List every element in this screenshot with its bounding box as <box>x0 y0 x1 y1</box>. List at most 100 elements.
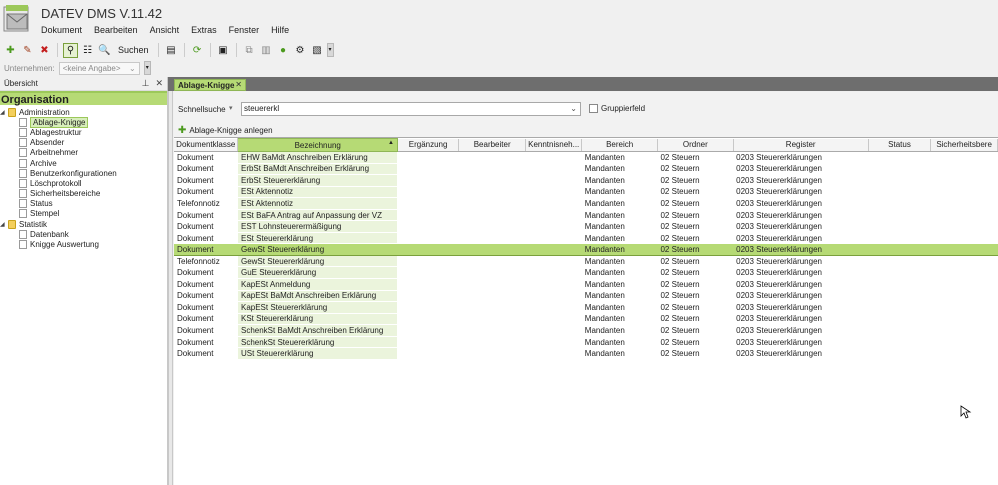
table-cell: 02 Steuern <box>657 290 734 303</box>
edit-icon[interactable]: ✎ <box>20 43 35 58</box>
tree-item[interactable]: Absender <box>0 138 167 148</box>
tree-item[interactable]: Archive <box>0 158 167 168</box>
tree-item[interactable]: Sicherheitsbereiche <box>0 189 167 199</box>
document-icon <box>19 168 27 178</box>
table-row[interactable]: Dokument KSt Steuererklärung Mandanten 02 S… <box>174 313 998 326</box>
company-label: Unternehmen: <box>4 63 55 73</box>
column-header[interactable]: Bearbeiter <box>458 138 527 152</box>
table-row[interactable]: Dokument SchenkSt BaMdt Anschreiben Erklä… <box>174 324 998 337</box>
refresh-icon[interactable]: ⟳ <box>190 43 205 58</box>
close-tab-icon[interactable]: ✕ <box>235 80 242 89</box>
add-ablage-knigge-button[interactable]: ✚ Ablage-Knigge anlegen <box>178 125 273 136</box>
table-cell: 0203 Steuererklärungen <box>733 347 869 360</box>
table-row[interactable]: Dokument KapESt BaMdt Anschreiben Erkläru… <box>174 290 998 303</box>
column-header[interactable]: Kenntnisneh... <box>525 138 583 152</box>
search-button[interactable]: Suchen <box>114 45 153 55</box>
column-header[interactable]: Bereich <box>581 138 658 152</box>
column-header[interactable]: Status <box>868 138 932 152</box>
menu-item[interactable]: Fenster <box>229 25 266 35</box>
tree-item[interactable]: Datenbank <box>0 229 167 239</box>
menu-item[interactable]: Dokument <box>41 25 88 35</box>
copy-icon[interactable]: ⧉ <box>242 43 257 58</box>
toolbar-separator <box>235 43 237 57</box>
table-row[interactable]: Dokument USt Steuererklärung Mandanten 02 S… <box>174 347 998 360</box>
expand-icon[interactable]: ◢ <box>0 109 8 116</box>
document-icon <box>19 229 27 239</box>
menu-item[interactable]: Hilfe <box>271 25 295 35</box>
column-header[interactable]: Ergänzung <box>397 138 460 152</box>
table-row[interactable]: Dokument SchenkSt Steuererklärung Mandante… <box>174 336 998 349</box>
settings-icon[interactable]: ⚙ <box>293 43 308 58</box>
tree-view-icon[interactable]: ⚲ <box>63 42 78 58</box>
column-header[interactable]: Dokumentklasse <box>174 138 239 152</box>
table-cell <box>458 324 526 337</box>
menu-item[interactable]: Bearbeiten <box>94 25 144 35</box>
tree-item[interactable]: Benutzerkonfigurationen <box>0 168 167 178</box>
table-cell <box>397 151 459 164</box>
company-select[interactable]: <keine Angabe> ⌄ <box>58 61 140 75</box>
tree-item[interactable]: Knigge Auswertung <box>0 239 167 250</box>
close-icon[interactable]: ✕ <box>155 78 163 89</box>
folder-icon[interactable]: ▣ <box>216 43 231 58</box>
company-row: Unternehmen: <keine Angabe> ⌄ ▾ <box>0 61 151 75</box>
table-row[interactable]: Dokument KapESt Anmeldung Mandanten 02 Steu… <box>174 278 998 291</box>
expand-icon[interactable]: ◢ <box>0 221 8 228</box>
pin-icon[interactable]: ⊥ <box>142 78 150 89</box>
tree-item-label: Benutzerkonfigurationen <box>30 168 117 178</box>
chevron-down-icon[interactable]: ⌄ <box>570 103 577 115</box>
menu-item[interactable]: Extras <box>191 25 223 35</box>
tree-item[interactable]: Status <box>0 199 167 209</box>
tab-ablage-knigge[interactable]: Ablage-Knigge ✕ <box>174 79 246 91</box>
table-row[interactable]: Dokument ESt Steuererklärung Mandanten 02 S… <box>174 232 998 245</box>
checkbox-icon[interactable] <box>589 104 598 113</box>
table-cell <box>458 197 526 210</box>
table-cell: Telefonnotiz <box>174 197 238 210</box>
tree-item[interactable]: Arbeitnehmer <box>0 148 167 158</box>
table-cell <box>868 186 931 199</box>
help-icon[interactable]: ● <box>276 43 291 58</box>
overview-pane-header: Übersicht ⊥ ✕ <box>0 77 167 91</box>
table-cell: Dokument <box>174 347 238 360</box>
tree-item[interactable]: ◢ Administration <box>0 107 167 117</box>
table-row[interactable]: Dokument ErbSt Steuererklärung Mandanten 02… <box>174 174 998 187</box>
toolbar-overflow-button[interactable]: ▾ <box>326 43 334 57</box>
table-cell: Mandanten <box>581 255 658 268</box>
table-cell <box>458 174 526 187</box>
search-icon[interactable]: 🔍 <box>97 43 112 58</box>
table-row[interactable]: Dokument EST Lohnsteuerermäßigung Mandante… <box>174 220 998 233</box>
export-icon[interactable]: ▧ <box>310 43 325 58</box>
tree-item[interactable]: ◢ Statistik <box>0 219 167 229</box>
table-row[interactable]: Dokument GuE Steuererklärung Mandanten 02 S… <box>174 266 998 279</box>
table-cell <box>397 232 459 245</box>
column-header[interactable]: Ordner <box>657 138 734 152</box>
table-row[interactable]: Telefonnotiz GewSt Steuererklärung Mandant… <box>174 255 998 268</box>
table-cell: 0203 Steuererklärungen <box>733 324 869 337</box>
pane-splitter[interactable] <box>168 91 173 485</box>
table-row[interactable]: Dokument ESt Aktennotiz Mandanten 02 Steuer… <box>174 186 998 199</box>
print-icon[interactable]: ▤ <box>164 43 179 58</box>
group-field-checkbox[interactable]: Gruppierfeld <box>589 104 645 113</box>
menu-item[interactable]: Ansicht <box>150 25 186 35</box>
column-header[interactable]: Sicherheitsbere <box>930 138 998 152</box>
list-view-icon[interactable]: ☷ <box>80 43 95 58</box>
quicksearch-mode-icon[interactable]: ▾ <box>229 104 233 112</box>
tree-item[interactable]: Ablagestruktur <box>0 127 167 137</box>
table-row[interactable]: Dokument EHW BaMdt Anschreiben Erklärung M… <box>174 151 998 164</box>
table-row[interactable]: Telefonnotiz ESt Aktennotiz Mandanten 02 St… <box>174 197 998 210</box>
table-row[interactable]: Dokument GewSt Steuererklärung Mandanten 02… <box>174 243 998 256</box>
tree-item[interactable]: Löschprotokoll <box>0 178 167 188</box>
book-icon[interactable]: ▥ <box>259 43 274 58</box>
column-header[interactable]: Bezeichnung ▲ <box>237 138 398 152</box>
add-icon[interactable]: ✚ <box>3 43 18 58</box>
quicksearch-input[interactable]: steuererkl ⌄ <box>241 102 581 116</box>
column-header[interactable]: Register <box>733 138 869 152</box>
table-cell <box>868 220 931 233</box>
tree-item[interactable]: Ablage-Knigge <box>0 116 167 128</box>
table-row[interactable]: Dokument ErbSt BaMdt Anschreiben Erklärun… <box>174 163 998 176</box>
delete-icon[interactable]: ✖ <box>37 43 52 58</box>
table-row[interactable]: Dokument ESt BaFA Antrag auf Anpassung de… <box>174 209 998 222</box>
company-overflow-button[interactable]: ▾ <box>143 61 151 75</box>
table-row[interactable]: Dokument KapESt Steuererklärung Mandanten 0… <box>174 301 998 314</box>
table-cell: EST Lohnsteuerermäßigung <box>237 220 398 233</box>
tree-item[interactable]: Stempel <box>0 209 167 219</box>
